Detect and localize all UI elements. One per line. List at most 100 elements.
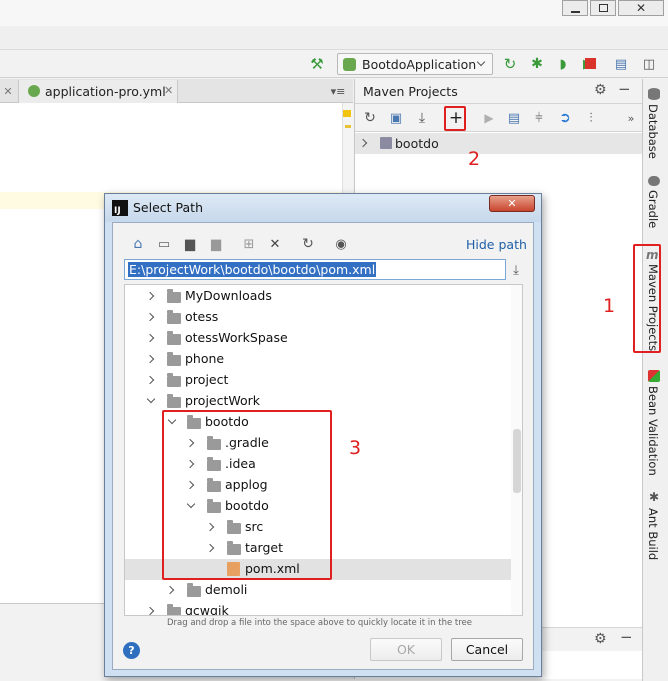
- hide-path-link[interactable]: Hide path: [466, 237, 527, 252]
- warning-marker: [343, 110, 351, 117]
- chevron-right-icon: [358, 138, 368, 148]
- folder-icon: [167, 289, 181, 303]
- annotation-box-tree: [162, 410, 332, 580]
- download-icon[interactable]: ⤓: [413, 109, 431, 127]
- annotation-number-2: 2: [468, 148, 481, 170]
- chevron-right-icon[interactable]: [145, 375, 155, 385]
- reimport-icon[interactable]: ↻: [361, 109, 379, 127]
- skip-tests-icon[interactable]: ➲: [556, 109, 574, 127]
- tree-item-mydownloads[interactable]: MyDownloads: [185, 288, 272, 303]
- tree-item-phone[interactable]: phone: [185, 351, 224, 366]
- sdk-icon[interactable]: ◫: [640, 55, 658, 73]
- annotation-box-add-button: [444, 106, 466, 131]
- chevron-down-icon[interactable]: [146, 394, 156, 404]
- gear-icon[interactable]: ⚙: [594, 631, 607, 647]
- editor-tab[interactable]: application-pro.yml ✕: [18, 80, 178, 103]
- refresh-icon[interactable]: ↻: [300, 236, 316, 252]
- more-icon[interactable]: »: [624, 111, 638, 125]
- gear-icon[interactable]: ⚙: [594, 82, 607, 98]
- menu-bar: [0, 26, 668, 50]
- cancel-label: Cancel: [465, 642, 509, 657]
- dialog-title-bar: IJ Select Path ✕: [105, 194, 541, 222]
- hide-panel-icon[interactable]: −: [620, 628, 633, 646]
- window-controls: ✕: [562, 0, 668, 18]
- toggle-offline-icon[interactable]: ⫩: [530, 109, 548, 127]
- ant-build-tab[interactable]: Ant Build: [646, 508, 660, 560]
- chevron-right-icon[interactable]: [145, 606, 155, 615]
- ok-button[interactable]: OK: [370, 638, 442, 661]
- maven-project-row[interactable]: bootdo: [355, 133, 642, 154]
- desktop-icon[interactable]: ▭: [156, 236, 172, 252]
- editor-tab-label: application-pro.yml: [45, 84, 166, 99]
- tree-item-gcwqjk[interactable]: gcwqjk: [185, 603, 229, 615]
- chevron-right-icon[interactable]: [145, 333, 155, 343]
- minimize-button[interactable]: [562, 0, 588, 16]
- ide-window: ✕ ⚒ BootdoApplication ↻ ✱ ◗ ▶ ▤ ◫ ✕ appl…: [0, 0, 668, 681]
- hide-panel-icon[interactable]: −: [618, 80, 631, 98]
- coverage-icon[interactable]: ◗: [554, 55, 572, 73]
- drag-drop-hint: Drag and drop a file into the space abov…: [167, 618, 473, 628]
- tab-list-icon[interactable]: ▾≡: [325, 84, 351, 98]
- dialog-title: Select Path: [133, 200, 203, 215]
- chevron-right-icon[interactable]: [165, 585, 175, 595]
- path-value: E:\projectWork\bootdo\bootdo\pom.xml: [128, 262, 377, 277]
- maven-bottom-header: ⚙ −: [542, 627, 642, 651]
- database-tab[interactable]: Database: [646, 104, 660, 159]
- download-icon[interactable]: ⤓: [508, 262, 524, 278]
- chevron-right-icon[interactable]: [145, 291, 155, 301]
- folder-icon: [167, 604, 181, 615]
- chevron-down-icon: [476, 57, 486, 67]
- run-goal-icon[interactable]: ▶: [480, 109, 498, 127]
- run-config-label: BootdoApplication: [362, 57, 477, 72]
- cancel-button[interactable]: Cancel: [451, 638, 523, 661]
- maven-panel-header: Maven Projects ⚙ −: [355, 79, 642, 104]
- annotation-box-maven-tab: [633, 244, 661, 353]
- execute-goal-icon[interactable]: ▤: [505, 109, 523, 127]
- bean-validation-tab[interactable]: Bean Validation: [646, 386, 660, 476]
- rerun-icon[interactable]: ↻: [501, 55, 519, 73]
- warning-stripe: [345, 125, 351, 128]
- path-input[interactable]: E:\projectWork\bootdo\bootdo\pom.xml: [124, 259, 506, 280]
- folder-icon: [167, 331, 181, 345]
- restore-button[interactable]: [590, 0, 616, 16]
- help-button[interactable]: ?: [123, 642, 140, 659]
- close-tab-icon[interactable]: ✕: [164, 84, 173, 97]
- close-tab-icon[interactable]: ✕: [2, 84, 14, 98]
- run-config-select[interactable]: BootdoApplication: [337, 53, 493, 75]
- annotation-number-3: 3: [349, 437, 362, 459]
- gradle-tab-icon: [648, 176, 660, 186]
- hammer-icon[interactable]: ⚒: [308, 55, 326, 73]
- bean-validation-tab-icon: [648, 370, 660, 382]
- chevron-right-icon[interactable]: [145, 312, 155, 322]
- help-icon: ?: [128, 644, 135, 657]
- tree-item-otessworkspase[interactable]: otessWorkSpase: [185, 330, 288, 345]
- folder-icon: [167, 310, 181, 324]
- dialog-close-button[interactable]: ✕: [489, 195, 535, 212]
- tree-item-projectwork[interactable]: projectWork: [185, 393, 260, 408]
- new-folder-icon[interactable]: ⊞: [241, 236, 257, 252]
- folder-icon: [167, 394, 181, 408]
- show-hidden-icon[interactable]: ◉: [333, 236, 349, 252]
- annotation-number-1: 1: [603, 295, 616, 317]
- project-folder-icon[interactable]: ▆: [182, 236, 198, 252]
- tree-item-otess[interactable]: otess: [185, 309, 218, 324]
- tree-scrollbar-thumb[interactable]: [513, 429, 521, 493]
- folder-icon: [187, 583, 201, 597]
- tree-item-project[interactable]: project: [185, 372, 228, 387]
- maven-panel-title: Maven Projects: [363, 84, 458, 99]
- delete-icon[interactable]: ✕: [267, 236, 283, 252]
- home-icon[interactable]: ⌂: [130, 236, 146, 252]
- debug-icon[interactable]: ✱: [528, 55, 546, 73]
- tree-item-demoli[interactable]: demoli: [205, 582, 247, 597]
- folder-icon: [167, 352, 181, 366]
- chevron-right-icon[interactable]: [145, 354, 155, 364]
- module-folder-icon[interactable]: ▆: [208, 236, 224, 252]
- gradle-tab[interactable]: Gradle: [646, 190, 660, 228]
- project-structure-icon[interactable]: ▤: [612, 55, 630, 73]
- database-tab-icon: [648, 88, 660, 100]
- spring-boot-icon: [343, 58, 356, 71]
- close-window-button[interactable]: ✕: [618, 0, 664, 16]
- stop-icon[interactable]: [585, 58, 596, 69]
- generate-sources-icon[interactable]: ▣: [387, 109, 405, 127]
- collapse-all-icon[interactable]: ⫶: [582, 109, 600, 127]
